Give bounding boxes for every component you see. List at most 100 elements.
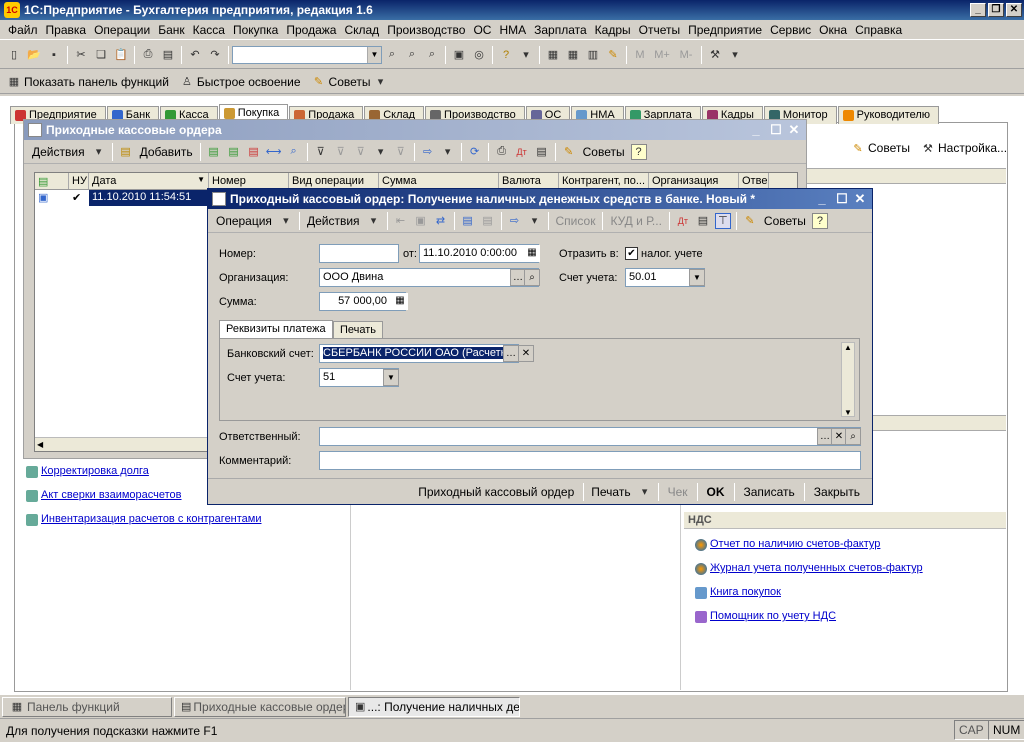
tax-accounting-checkbox[interactable]: ✔ <box>625 247 638 260</box>
operation-menu[interactable]: Операция <box>212 214 276 228</box>
menu-windows[interactable]: Окна <box>815 23 851 37</box>
fill-icon[interactable]: ▤ <box>460 213 476 229</box>
help-icon[interactable]: ? <box>811 212 828 229</box>
save-button[interactable]: Записать <box>738 485 801 499</box>
show-panel-button[interactable]: Показать панель функций <box>24 75 169 89</box>
menu-help[interactable]: Справка <box>851 23 906 37</box>
memory-mplus-icon[interactable]: M+ <box>652 47 672 63</box>
refresh-icon[interactable]: ⟳ <box>467 144 483 160</box>
column-date[interactable]: Дата ▼ <box>89 173 209 189</box>
undo-icon[interactable]: ↶ <box>187 47 203 63</box>
menu-purchase[interactable]: Покупка <box>229 23 282 37</box>
panel-tips-button[interactable]: Советы <box>868 141 910 155</box>
number-field[interactable] <box>319 244 399 263</box>
menu-enterprise[interactable]: Предприятие <box>684 23 766 37</box>
close-icon[interactable]: ✕ <box>1006 3 1022 17</box>
menu-warehouse[interactable]: Склад <box>340 23 383 37</box>
column-counterparty[interactable]: Контрагент, по... <box>559 173 649 189</box>
unpost-icon[interactable]: ▣ <box>413 213 429 229</box>
kud-button[interactable]: КУД и Р... <box>606 214 665 228</box>
paste-icon[interactable]: 📋 <box>113 47 129 63</box>
find-next-icon[interactable]: ⌕ <box>404 47 420 63</box>
link-vat-assistant[interactable]: Помощник по учету НДС <box>710 610 836 622</box>
maximize-icon[interactable]: ❐ <box>988 3 1004 17</box>
journal-icon[interactable]: ▤ <box>695 213 711 229</box>
dt-kt-icon[interactable]: Дт <box>514 144 530 160</box>
copy-row-icon[interactable]: ▤ <box>206 144 222 160</box>
tab-manager[interactable]: Руководителю <box>837 106 940 124</box>
filter-list-icon[interactable]: ⊽ <box>353 144 369 160</box>
list-actions-menu[interactable]: Действия <box>28 145 89 159</box>
menu-nma[interactable]: НМА <box>495 23 530 37</box>
copy-icon[interactable]: ❏ <box>93 47 109 63</box>
minimize-icon[interactable]: _ <box>814 191 830 207</box>
date-field[interactable]: 11.10.2010 0:00:00 <box>419 244 539 263</box>
dropdown-arrow-icon[interactable]: ▾ <box>527 213 543 229</box>
find-icon[interactable]: ⌕ <box>384 47 400 63</box>
vertical-scrollbar[interactable]: ▲ ▼ <box>841 342 855 417</box>
column-nu[interactable]: НУ <box>69 173 89 189</box>
task-order-form[interactable]: ▣...: Получение наличных ден... <box>348 696 520 717</box>
print-icon[interactable]: ⎙ <box>140 47 156 63</box>
search-icon[interactable]: ⌕ <box>845 428 861 445</box>
memory-mminus-icon[interactable]: M- <box>676 47 696 63</box>
column-currency[interactable]: Валюта <box>499 173 559 189</box>
journal-icon[interactable]: ▤ <box>534 144 550 160</box>
search-icon[interactable]: ⌕ <box>524 269 540 286</box>
menu-reports[interactable]: Отчеты <box>635 23 684 37</box>
tools-icon[interactable]: ⚒ <box>707 47 723 63</box>
task-orders-list[interactable]: ▤ Приходные кассовые ордера <box>174 696 346 717</box>
calculator-icon[interactable]: ▦ <box>545 47 561 63</box>
pko-print-button[interactable]: Приходный кассовый ордер <box>412 485 580 499</box>
print-icon[interactable]: ⎙ <box>494 144 510 160</box>
bank-account-field[interactable]: СБЕРБАНК РОССИИ ОАО (Расчетн <box>319 344 519 363</box>
close-icon[interactable]: ✕ <box>852 191 868 207</box>
menu-bank[interactable]: Банк <box>154 23 188 37</box>
menu-sales[interactable]: Продажа <box>282 23 340 37</box>
minimize-icon[interactable]: _ <box>970 3 986 17</box>
search-icon[interactable]: ⌕ <box>286 144 302 160</box>
dropdown-arrow-icon[interactable]: ▾ <box>373 74 389 90</box>
dt-kt-icon[interactable]: Дт <box>675 213 691 229</box>
chevron-down-icon[interactable]: ▼ <box>383 369 399 386</box>
help-icon[interactable]: ? <box>630 143 647 160</box>
select-button[interactable]: … <box>503 345 519 362</box>
filter-by-value-icon[interactable]: ⊽ <box>333 144 349 160</box>
chevron-down-icon[interactable]: ▼ <box>689 269 705 286</box>
save-icon[interactable]: ▪ <box>46 47 62 63</box>
open-folder-icon[interactable]: 📂 <box>26 47 42 63</box>
menu-file[interactable]: Файл <box>4 23 42 37</box>
preview-icon[interactable]: ▤ <box>160 47 176 63</box>
dropdown-arrow-icon[interactable]: ▾ <box>91 144 107 160</box>
receipt-button[interactable]: Чек <box>662 485 694 499</box>
minimize-icon[interactable]: _ <box>748 122 764 138</box>
column-operation[interactable]: Вид операции <box>289 173 379 189</box>
list-button[interactable]: Список <box>552 214 600 228</box>
post-icon[interactable]: ⇤ <box>393 213 409 229</box>
column-organization[interactable]: Организация <box>649 173 739 189</box>
menu-cash[interactable]: Касса <box>189 23 229 37</box>
link-invoice-report[interactable]: Отчет по наличию счетов-фактур <box>710 538 880 550</box>
cut-icon[interactable]: ✂ <box>73 47 89 63</box>
list-tips-button[interactable]: Советы <box>579 145 629 159</box>
calculator-icon[interactable]: ▦ <box>392 293 408 310</box>
help-icon[interactable]: ? <box>498 47 514 63</box>
new-doc-icon[interactable]: ▯ <box>6 47 22 63</box>
column-number[interactable]: Номер <box>209 173 289 189</box>
redo-icon[interactable]: ↷ <box>207 47 223 63</box>
maximize-icon[interactable]: ☐ <box>768 122 784 138</box>
panel-settings-button[interactable]: Настройка... <box>938 141 1007 155</box>
link-invoice-journal[interactable]: Журнал учета полученных счетов-фактур <box>710 562 923 574</box>
go-to-icon[interactable]: ⇨ <box>420 144 436 160</box>
dropdown-arrow-icon[interactable]: ▾ <box>373 144 389 160</box>
link-purchase-book[interactable]: Книга покупок <box>710 586 781 598</box>
clear-icon[interactable]: ✕ <box>518 345 534 362</box>
menu-edit[interactable]: Правка <box>42 23 91 37</box>
dropdown-arrow-icon[interactable]: ▾ <box>440 144 456 160</box>
tips-icon[interactable]: ✎ <box>605 47 621 63</box>
chevron-down-icon[interactable]: ▼ <box>367 46 381 63</box>
interval-icon[interactable]: ⟷ <box>266 144 282 160</box>
add-button[interactable]: Добавить <box>136 145 197 159</box>
structure-icon[interactable]: ⊤ <box>714 212 731 229</box>
dropdown-arrow-icon[interactable]: ▾ <box>278 213 294 229</box>
